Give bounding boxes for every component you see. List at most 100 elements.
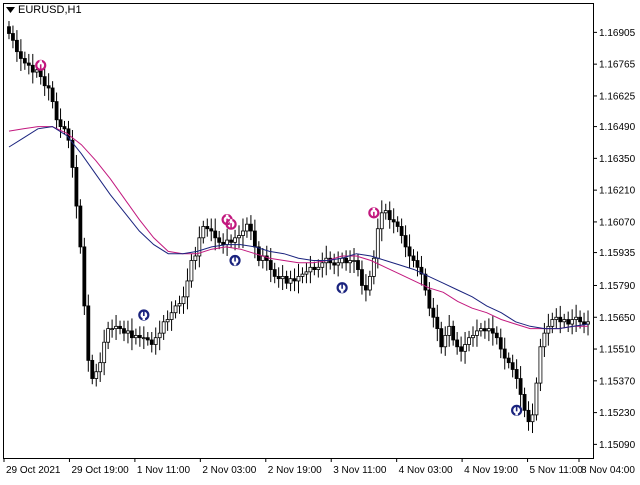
- price-chart[interactable]: 1.16905 1.16765 1.16625 1.16490 1.16350 1.162…: [0, 0, 640, 480]
- bear-candle-body: [58, 119, 63, 127]
- bull-candle-body: [586, 321, 590, 325]
- bull-candle-body: [479, 328, 483, 332]
- time-tick-label: 29 Oct 2021: [6, 465, 61, 476]
- bear-candle-body: [90, 359, 95, 379]
- bear-candle-body: [213, 230, 218, 239]
- bull-candle-body: [245, 223, 249, 232]
- time-tick-label: 2 Nov 03:00: [202, 465, 256, 476]
- time-tick-label: 8 Nov 04:00: [581, 465, 635, 476]
- price-tick-label: 1.16765: [599, 60, 636, 71]
- bear-candle-body: [276, 275, 281, 280]
- bull-candle-body: [562, 319, 567, 323]
- bear-candle-body: [30, 64, 35, 73]
- bear-candle-body: [18, 51, 23, 59]
- bull-candle-body: [443, 335, 448, 348]
- bear-candle-body: [415, 260, 420, 268]
- bull-candle-body: [308, 266, 313, 273]
- bear-candle-body: [229, 239, 233, 243]
- bear-candle-body: [344, 257, 348, 264]
- bull-candle-body: [304, 271, 309, 275]
- bull-candle-body: [367, 275, 372, 291]
- bull-candle-body: [34, 69, 39, 73]
- price-tick-label: 1.16625: [599, 91, 636, 102]
- bull-candle-body: [189, 260, 194, 282]
- bear-candle-body: [526, 409, 531, 423]
- bull-candle-body: [316, 266, 321, 270]
- bull-candle-body: [181, 296, 186, 305]
- price-tick-label: 1.16905: [599, 28, 636, 39]
- bear-candle-body: [490, 328, 495, 334]
- bear-candle-body: [122, 328, 126, 334]
- bull-candle-body: [241, 230, 245, 236]
- bull-candle-body: [471, 335, 475, 339]
- bear-candle-body: [455, 339, 460, 348]
- price-tick-label: 1.15790: [599, 281, 636, 292]
- bull-candle-body: [447, 325, 452, 336]
- bull-candle-body: [574, 316, 579, 320]
- bear-candle-body: [506, 357, 511, 364]
- time-tick-label: 3 Nov 11:00: [333, 465, 387, 476]
- bear-candle-body: [391, 219, 396, 223]
- bull-candle-body: [570, 319, 575, 325]
- bear-candle-body: [312, 266, 317, 270]
- bull-candle-body: [320, 262, 325, 268]
- bear-candle-body: [510, 362, 515, 370]
- bull-candle-body: [340, 257, 345, 264]
- bull-candle-body: [177, 303, 182, 307]
- price-tick-label: 1.15935: [599, 248, 636, 259]
- bear-candle-body: [558, 316, 563, 323]
- bear-candle-body: [209, 228, 214, 232]
- bear-candle-body: [145, 337, 150, 341]
- triangle-down-icon[interactable]: [6, 6, 15, 14]
- bull-candle-body: [550, 319, 555, 327]
- bull-candle-body: [554, 316, 559, 320]
- symbol-header[interactable]: EURUSD,H1: [6, 4, 82, 16]
- bull-candle-body: [300, 273, 305, 277]
- bear-candle-body: [518, 378, 523, 395]
- bear-candle-body: [11, 33, 15, 41]
- chart-window[interactable]: 1.16905 1.16765 1.16625 1.16490 1.16350 1.162…: [0, 0, 640, 480]
- bull-candle-body: [110, 328, 114, 331]
- bull-candle-body: [161, 321, 166, 334]
- bear-candle-body: [7, 26, 11, 34]
- bear-candle-body: [407, 246, 412, 257]
- bear-candle-body: [252, 230, 257, 248]
- candle: [78, 199, 83, 254]
- bear-candle-body: [284, 275, 289, 284]
- bull-candle-body: [102, 341, 107, 364]
- time-tick-label: 4 Nov 19:00: [464, 465, 518, 476]
- bear-candle-body: [423, 273, 428, 291]
- bull-candle-body: [185, 280, 190, 298]
- bull-candle-body: [141, 337, 146, 340]
- bear-candle-body: [78, 205, 83, 248]
- price-tick-label: 1.15650: [599, 313, 636, 324]
- bull-candle-body: [375, 228, 380, 259]
- bear-candle-body: [582, 321, 586, 325]
- time-tick-label: 4 Nov 03:00: [399, 465, 453, 476]
- bear-candle-body: [427, 289, 432, 309]
- bear-candle-body: [149, 339, 154, 345]
- bear-candle-body: [217, 237, 222, 243]
- bear-candle-body: [483, 328, 487, 332]
- bear-candle-body: [272, 269, 277, 277]
- bull-candle-body: [383, 210, 388, 214]
- bull-candle-body: [546, 325, 551, 334]
- bull-candle-body: [336, 262, 341, 266]
- candle: [534, 377, 539, 421]
- chart-background: [0, 0, 640, 480]
- bear-candle-body: [82, 246, 87, 307]
- bear-candle-body: [292, 278, 297, 282]
- bear-candle-body: [26, 62, 31, 66]
- bull-candle-body: [193, 255, 198, 261]
- bear-candle-body: [15, 39, 19, 53]
- bull-candle-body: [288, 278, 293, 284]
- price-tick-label: 1.16350: [599, 154, 636, 165]
- bear-candle-body: [399, 226, 404, 236]
- price-tick-label: 1.15510: [599, 345, 636, 356]
- bull-candle-body: [98, 362, 103, 373]
- price-tick-label: 1.15370: [599, 376, 636, 387]
- bull-candle-body: [173, 305, 178, 314]
- bull-candle-body: [538, 346, 543, 384]
- bear-candle-body: [62, 126, 67, 130]
- bear-candle-body: [118, 325, 122, 330]
